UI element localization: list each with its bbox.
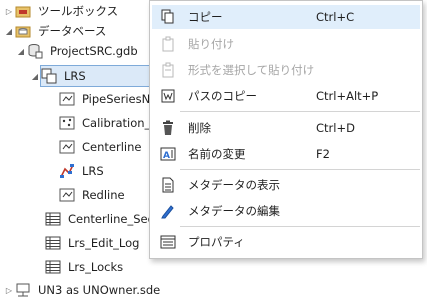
copy-icon <box>160 9 176 25</box>
menu-item-label: プロパティ <box>188 235 245 249</box>
tree-node-lrs-network[interactable]: LRS <box>58 160 104 182</box>
collapse-caret-icon[interactable]: ◢ <box>16 40 26 62</box>
tree-node-label: LRS <box>82 164 104 178</box>
menu-separator <box>180 111 420 112</box>
tree-node-table[interactable]: Lrs_Locks <box>44 256 123 278</box>
rename-icon: A <box>160 146 176 162</box>
svg-text:A: A <box>163 151 170 161</box>
database-folder-icon <box>14 22 32 40</box>
menu-separator <box>180 226 420 227</box>
database-connection-icon <box>14 281 32 299</box>
menu-item-paste-special[interactable]: 形式を選択して貼り付け <box>152 58 420 82</box>
menu-item-edit-metadata[interactable]: メタデータの編集 <box>152 199 420 223</box>
menu-item-label: 貼り付け <box>188 37 234 51</box>
menu-item-delete[interactable]: 削除 Ctrl+D <box>152 116 420 140</box>
menu-item-rename[interactable]: A 名前の変更 F2 <box>152 142 420 166</box>
menu-separator <box>180 169 420 170</box>
toolbox-folder-icon <box>14 2 32 20</box>
tree-node-label: Redline <box>82 188 125 202</box>
tree-node-feature-dataset[interactable]: ◢ LRS <box>30 65 86 87</box>
table-icon <box>44 210 62 228</box>
tree-node-label: データベース <box>38 24 107 38</box>
lrs-network-icon <box>58 162 76 180</box>
polyline-feature-class-icon <box>58 186 76 204</box>
paste-icon <box>160 36 176 52</box>
tree-node-label: LRS <box>64 69 86 83</box>
delete-icon <box>160 120 176 136</box>
menu-item-shortcut: Ctrl+Alt+P <box>316 89 379 103</box>
menu-item-label: メタデータの編集 <box>188 204 280 218</box>
menu-item-label: メタデータの表示 <box>188 178 280 192</box>
menu-item-view-metadata[interactable]: メタデータの表示 <box>152 173 420 197</box>
collapse-caret-icon[interactable]: ◢ <box>4 20 14 42</box>
tree-node-table[interactable]: Lrs_Edit_Log <box>44 232 139 254</box>
tree-node-feature-class[interactable]: Calibration_P <box>58 112 157 134</box>
tree-node-label: UN3 as UNOwner.sde <box>38 283 161 297</box>
menu-item-copy[interactable]: コピー Ctrl+C <box>152 5 420 29</box>
edit-metadata-icon <box>160 203 176 219</box>
menu-item-paste[interactable]: 貼り付け <box>152 32 420 56</box>
tree-node-label: ProjectSRC.gdb <box>50 44 138 58</box>
tree-node-feature-class[interactable]: PipeSeriesNe <box>58 88 157 110</box>
point-feature-class-icon <box>58 114 76 132</box>
tree-node-gdb[interactable]: ◢ ProjectSRC.gdb <box>16 40 138 62</box>
menu-item-shortcut: Ctrl+C <box>316 10 355 24</box>
view-metadata-icon <box>160 177 176 193</box>
geodatabase-icon <box>26 42 44 60</box>
paste-special-icon <box>160 62 176 78</box>
polyline-feature-class-icon <box>58 90 76 108</box>
table-icon <box>44 258 62 276</box>
tree-node-feature-class[interactable]: Redline <box>58 184 125 206</box>
menu-item-properties[interactable]: プロパティ <box>152 230 420 254</box>
tree-node-label: PipeSeriesNe <box>82 92 158 106</box>
tree-node-label: Centerline <box>82 140 142 154</box>
tree-node-table[interactable]: Centerline_Sequ <box>44 208 162 230</box>
tree-node-label: Lrs_Locks <box>68 260 124 274</box>
tree-node-label: ツールボックス <box>38 4 119 18</box>
tree-node-feature-class[interactable]: Centerline <box>58 136 141 158</box>
table-icon <box>44 234 62 252</box>
menu-item-label: パスのコピー <box>188 89 257 103</box>
menu-item-copy-path[interactable]: パスのコピー Ctrl+Alt+P <box>152 84 420 108</box>
menu-item-label: コピー <box>188 10 223 24</box>
feature-dataset-icon <box>40 67 58 85</box>
expand-caret-icon[interactable]: ▷ <box>4 279 14 301</box>
menu-item-shortcut: Ctrl+D <box>316 121 355 135</box>
properties-icon <box>160 234 176 250</box>
collapse-caret-icon[interactable]: ◢ <box>30 65 40 87</box>
copy-path-icon <box>160 88 176 104</box>
menu-item-label: 名前の変更 <box>188 147 246 161</box>
context-menu: コピー Ctrl+C 貼り付け 形式を選択して貼り付け パスのコピー Ctrl+… <box>149 0 423 259</box>
tree-node-sde-connection[interactable]: ▷ UN3 as UNOwner.sde <box>4 279 160 301</box>
tree-node-toolboxes[interactable]: ▷ ツールボックス <box>4 0 118 22</box>
menu-item-label: 削除 <box>188 121 211 135</box>
tree-node-databases[interactable]: ◢ データベース <box>4 20 107 42</box>
polyline-feature-class-icon <box>58 138 76 156</box>
tree-node-label: Calibration_P <box>82 116 158 130</box>
menu-item-shortcut: F2 <box>316 147 330 161</box>
expand-caret-icon[interactable]: ▷ <box>4 0 14 22</box>
menu-item-label: 形式を選択して貼り付け <box>188 63 315 77</box>
tree-node-label: Lrs_Edit_Log <box>68 236 140 250</box>
